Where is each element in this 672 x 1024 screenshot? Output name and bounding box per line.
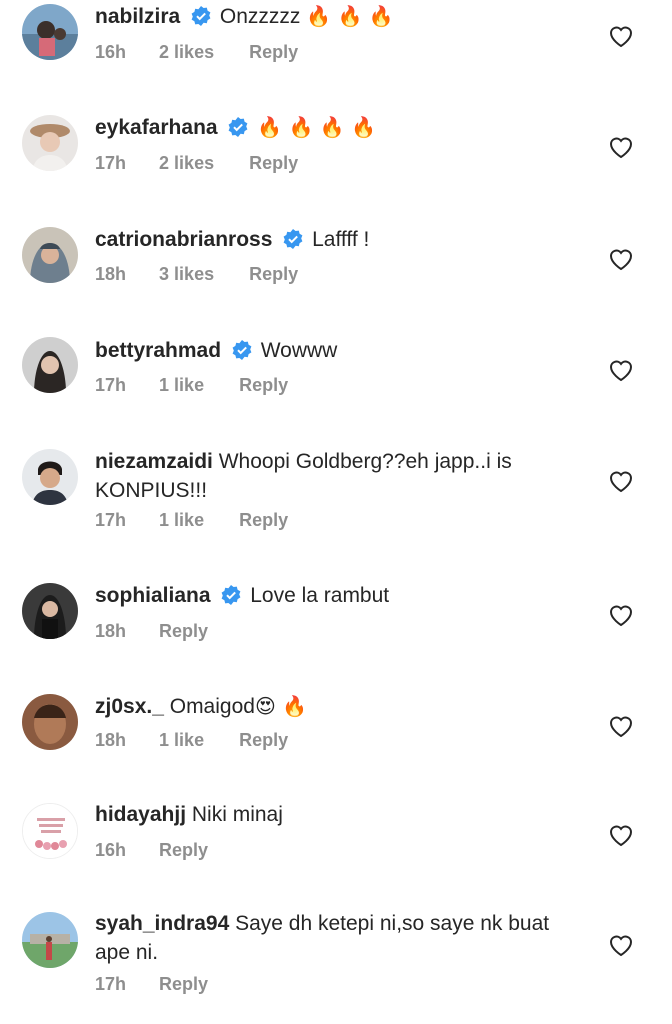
comment-meta: 17h 1 like Reply — [95, 375, 316, 396]
comment-body: niezamzaidi Whoopi Goldberg??eh japp..i … — [95, 447, 565, 505]
comment-time: 17h — [95, 153, 127, 173]
comment-likes[interactable]: 1 like — [159, 510, 204, 530]
comment-meta: 18h Reply — [95, 621, 236, 642]
comment-text: Onzzzzz — [219, 5, 301, 28]
fire-emoji-icon: 🔥 🔥 🔥 — [306, 4, 394, 28]
comment-text: Omaigod — [169, 695, 255, 718]
comment-text: Love la rambut — [250, 584, 390, 607]
avatar[interactable] — [22, 337, 78, 393]
avatar[interactable] — [22, 227, 78, 283]
avatar[interactable] — [22, 694, 78, 750]
comment-username[interactable]: syah_indra94 — [95, 912, 229, 935]
avatar[interactable] — [22, 115, 78, 171]
comment-username[interactable]: eykafarhana — [95, 116, 218, 139]
reply-button[interactable]: Reply — [249, 42, 298, 62]
comment-text: Wowww — [260, 339, 338, 362]
comment-time: 18h — [95, 264, 127, 284]
verified-badge-icon — [283, 229, 303, 249]
comment-username[interactable]: nabilzira — [95, 5, 180, 28]
comment-time: 16h — [95, 42, 127, 62]
comment-likes[interactable]: 3 likes — [159, 264, 214, 284]
reply-button[interactable]: Reply — [159, 840, 208, 860]
heart-outline-icon[interactable] — [608, 823, 634, 847]
avatar[interactable] — [22, 583, 78, 639]
heart-outline-icon[interactable] — [608, 603, 634, 627]
reply-button[interactable]: Reply — [239, 730, 288, 750]
comment-meta: 16h Reply — [95, 840, 236, 861]
comment-likes[interactable]: 1 like — [159, 375, 204, 395]
heart-outline-icon[interactable] — [608, 714, 634, 738]
comment-body: hidayahjj Niki minaj — [95, 800, 565, 829]
heart-eyes-fire-emoji-icon: 😍 🔥 — [254, 694, 308, 718]
reply-button[interactable]: Reply — [239, 510, 288, 530]
reply-button[interactable]: Reply — [249, 153, 298, 173]
avatar[interactable] — [22, 449, 78, 505]
avatar[interactable] — [22, 803, 78, 859]
comment-time: 18h — [95, 730, 127, 750]
heart-outline-icon[interactable] — [608, 358, 634, 382]
comment-meta: 16h 2 likes Reply — [95, 42, 326, 63]
comment-likes[interactable]: 2 likes — [159, 42, 214, 62]
comment-body: catrionabrianross Laffff ! — [95, 225, 565, 254]
avatar[interactable] — [22, 4, 78, 60]
comment-username[interactable]: bettyrahmad — [95, 339, 221, 362]
comment-time: 17h — [95, 375, 127, 395]
heart-outline-icon[interactable] — [608, 469, 634, 493]
comment-text: Laffff ! — [312, 228, 370, 251]
fire-emoji-icon: 🔥 🔥 🔥 🔥 — [257, 115, 376, 139]
comment-body: bettyrahmad Wowww — [95, 336, 565, 365]
avatar[interactable] — [22, 912, 78, 968]
comment-time: 17h — [95, 510, 127, 530]
comment-body: syah_indra94 Saye dh ketepi ni,so saye n… — [95, 909, 565, 967]
heart-outline-icon[interactable] — [608, 135, 634, 159]
comment-meta: 17h 1 like Reply — [95, 510, 316, 531]
comment-likes[interactable]: 2 likes — [159, 153, 214, 173]
comment-meta: 18h 1 like Reply — [95, 730, 316, 751]
comment-username[interactable]: catrionabrianross — [95, 228, 272, 251]
heart-outline-icon[interactable] — [608, 247, 634, 271]
comment-body: eykafarhana 🔥 🔥 🔥 🔥 — [95, 113, 565, 142]
comment-username[interactable]: hidayahjj — [95, 803, 186, 826]
comment-time: 17h — [95, 974, 127, 994]
comment-body: zj0sx._ Omaigod😍 🔥 — [95, 692, 565, 721]
heart-outline-icon[interactable] — [608, 24, 634, 48]
verified-badge-icon — [191, 6, 211, 26]
comment-username[interactable]: zj0sx._ — [95, 695, 164, 718]
comment-body: nabilzira Onzzzzz 🔥 🔥 🔥 — [95, 2, 565, 31]
comment-text: Niki minaj — [191, 803, 283, 826]
verified-badge-icon — [229, 117, 248, 137]
comment-likes[interactable]: 1 like — [159, 730, 204, 750]
comment-username[interactable]: sophialiana — [95, 584, 211, 607]
comment-meta: 18h 3 likes Reply — [95, 264, 326, 285]
comment-time: 16h — [95, 840, 127, 860]
reply-button[interactable]: Reply — [159, 621, 208, 641]
comment-meta: 17h Reply — [95, 974, 236, 995]
reply-button[interactable]: Reply — [239, 375, 288, 395]
reply-button[interactable]: Reply — [249, 264, 298, 284]
reply-button[interactable]: Reply — [159, 974, 208, 994]
comment-time: 18h — [95, 621, 127, 641]
comment-body: sophialiana Love la rambut — [95, 581, 565, 610]
verified-badge-icon — [221, 585, 241, 605]
verified-badge-icon — [232, 340, 252, 360]
comment-username[interactable]: niezamzaidi — [95, 450, 213, 473]
comment-meta: 17h 2 likes Reply — [95, 153, 326, 174]
heart-outline-icon[interactable] — [608, 933, 634, 957]
